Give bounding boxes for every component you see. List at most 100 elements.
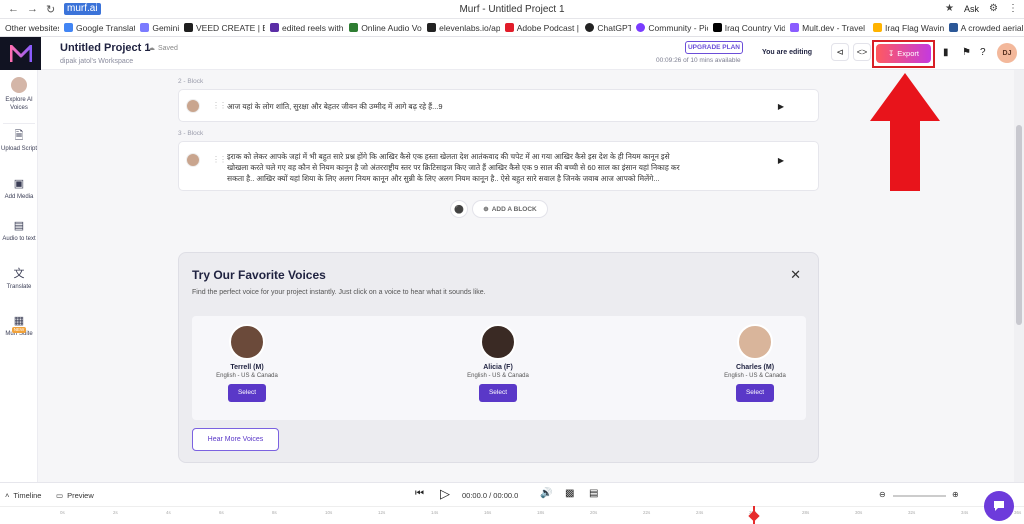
sidebar-item-translate[interactable]: 文 Translate: [0, 268, 38, 291]
timeline-ruler[interactable]: 0s2s4s6s8s10s12s14s16s18s20s22s24s26s28s…: [0, 506, 1024, 524]
scroll-thumb[interactable]: [1016, 125, 1022, 325]
microphone-icon: ⚫: [454, 204, 464, 214]
select-voice-button[interactable]: Select: [228, 384, 266, 402]
chat-icon: [994, 501, 1004, 511]
select-voice-button[interactable]: Select: [736, 384, 774, 402]
voice-locale: English - US & Canada: [724, 373, 786, 379]
voice-card[interactable]: Alicia (F) English - US & Canada Select: [443, 316, 553, 402]
script-block[interactable]: ⋮⋮ आज यहां के लोग शांति, सुरक्षा और बेहत…: [178, 89, 819, 122]
image-icon: [948, 23, 958, 32]
bookmark-item[interactable]: Google Translate: [59, 23, 135, 33]
bell-icon[interactable]: ⚑: [962, 47, 971, 58]
volume-icon[interactable]: 🔊: [540, 488, 552, 499]
embed-button[interactable]: <>: [853, 43, 871, 61]
sidebar-item-audio-to-text[interactable]: ▤ Audio to text: [0, 220, 38, 243]
bookmark-item[interactable]: Iraq Country Vide: [708, 23, 785, 33]
captions-icon[interactable]: ▤: [589, 488, 598, 499]
voice-card[interactable]: Charles (M) English - US & Canada Select: [700, 316, 810, 402]
bookmark-star-icon[interactable]: ★: [945, 3, 954, 14]
download-icon: ↧: [888, 49, 895, 58]
drag-handle-icon[interactable]: ⋮⋮: [212, 101, 227, 110]
sidebar-item-explore-voices[interactable]: Explore AI Voices: [0, 77, 38, 112]
ask-button[interactable]: Ask: [964, 4, 979, 14]
menu-icon[interactable]: ⋮: [1008, 3, 1018, 14]
bookmark-item[interactable]: Mult.dev - Travel M: [785, 23, 868, 33]
zoom-out-icon[interactable]: ⊖: [879, 490, 886, 499]
bookmark-item[interactable]: VEED CREATE | Ed: [179, 23, 265, 33]
project-title[interactable]: Untitled Project 1: [60, 42, 150, 54]
bookmark-item[interactable]: Online Audio Voic: [344, 23, 422, 33]
bookmark-item[interactable]: Other websites: [0, 23, 59, 33]
block-text-line[interactable]: इराक को लेकर आपके जहां में भी बहुत सारे …: [227, 151, 670, 162]
add-block-button[interactable]: ⊕ ADD A BLOCK: [472, 200, 548, 218]
timeline-toggle[interactable]: ˄ Timeline: [5, 491, 41, 500]
main-scrollbar[interactable]: [1014, 70, 1024, 482]
share-button[interactable]: ⊲: [831, 43, 849, 61]
google-translate-icon: [64, 23, 74, 32]
voice-avatar[interactable]: [737, 324, 773, 360]
voice-locale: English - US & Canada: [467, 373, 529, 379]
zoom-slider[interactable]: [893, 495, 946, 497]
voice-locale: English - US & Canada: [216, 373, 278, 379]
bookmark-item[interactable]: Adobe Podcast | A: [500, 23, 580, 33]
play-icon[interactable]: ▷: [440, 486, 450, 502]
voice-avatar[interactable]: [186, 153, 200, 167]
play-icon[interactable]: ▶: [778, 156, 784, 165]
chatgpt-icon: [585, 23, 595, 32]
hear-more-voices-button[interactable]: Hear More Voices: [192, 428, 279, 451]
murf-logo[interactable]: [0, 37, 41, 70]
export-button[interactable]: ↧ Export: [876, 44, 931, 63]
block-text[interactable]: आज यहां के लोग शांति, सुरक्षा और बेहतर ज…: [227, 101, 443, 112]
timeline-bar: ˄ Timeline ▭ Preview ⏮ ▷ 00:00.0 / 00:00…: [0, 482, 1024, 506]
bookmark-item[interactable]: elevenlabs.io/app: [422, 23, 500, 33]
voice-avatar[interactable]: [186, 99, 200, 113]
browser-toolbar: ← → ↻ murf.ai Murf - Untitled Project 1 …: [0, 0, 1024, 19]
sidebar-item-upload-script[interactable]: 🗎 Upload Script: [0, 130, 38, 153]
voice-avatar[interactable]: [480, 324, 516, 360]
bookmarks-bar: Other websites Google Translate Gemini V…: [0, 19, 1024, 37]
block-text-line[interactable]: सकता है.. आखिर क्यों यहां शिया के लिए अल…: [227, 173, 660, 184]
clapper-icon[interactable]: ▩: [565, 488, 574, 499]
skip-back-icon[interactable]: ⏮: [415, 488, 424, 499]
bookmark-item[interactable]: A crowded aerial v: [944, 23, 1024, 33]
timeline-tick: 32s: [908, 510, 916, 515]
voice-avatar[interactable]: [229, 324, 265, 360]
add-media-icon: ▣: [13, 178, 25, 190]
chat-support-button[interactable]: [984, 491, 1014, 521]
reels-icon: [270, 23, 279, 32]
play-icon[interactable]: ▶: [778, 102, 784, 111]
close-icon[interactable]: ✕: [790, 267, 801, 283]
usage-text: 00:09:26 of 10 mins available: [656, 57, 741, 64]
script-block[interactable]: ⋮⋮ इराक को लेकर आपके जहां में भी बहुत सा…: [178, 141, 819, 191]
bookmark-item[interactable]: Iraq Flag Waving: [868, 23, 944, 33]
timeline-tick: 10s: [325, 510, 333, 515]
bookmark-item[interactable]: ChatGPT: [580, 23, 631, 33]
comment-icon[interactable]: ▮: [943, 47, 949, 58]
voice-card[interactable]: Terrell (M) English - US & Canada Select: [192, 316, 302, 402]
user-avatar[interactable]: DJ: [997, 43, 1017, 63]
browser-actions: ★ Ask ⚙ ⋮: [945, 3, 1018, 14]
timeline-tick: 2s: [113, 510, 118, 515]
timeline-tick: 0s: [60, 510, 65, 515]
translate-icon: 文: [13, 268, 25, 280]
timeline-tick: 28s: [802, 510, 810, 515]
sidebar-item-add-media[interactable]: ▣ Add Media: [0, 178, 38, 201]
audio-to-text-icon: ▤: [13, 220, 25, 232]
time-display: 00:00.0 / 00:00.0: [462, 491, 519, 500]
bookmark-item[interactable]: Community - Pict: [631, 23, 708, 33]
bookmark-item[interactable]: edited reels with c: [265, 23, 344, 33]
zoom-in-icon[interactable]: ⊕: [952, 490, 959, 499]
block-text-line[interactable]: खोखला करते चले गए वह कौन से नियम कानून ह…: [227, 162, 680, 173]
upgrade-plan-button[interactable]: UPGRADE PLAN: [685, 41, 743, 54]
timeline-tick: 14s: [431, 510, 439, 515]
bookmark-item[interactable]: Gemini: [135, 23, 179, 33]
microphone-button[interactable]: ⚫: [450, 200, 468, 218]
select-voice-button[interactable]: Select: [479, 384, 517, 402]
sidebar-item-murf-suite[interactable]: ▦ NEW Murf Suite: [0, 315, 38, 338]
help-icon[interactable]: ?: [980, 47, 986, 58]
drag-handle-icon[interactable]: ⋮⋮: [212, 155, 227, 164]
red-arrow-annotation: [870, 73, 940, 191]
left-sidebar: Explore AI Voices 🗎 Upload Script ▣ Add …: [0, 70, 38, 482]
extensions-icon[interactable]: ⚙: [989, 3, 998, 14]
preview-button[interactable]: ▭ Preview: [56, 491, 94, 500]
